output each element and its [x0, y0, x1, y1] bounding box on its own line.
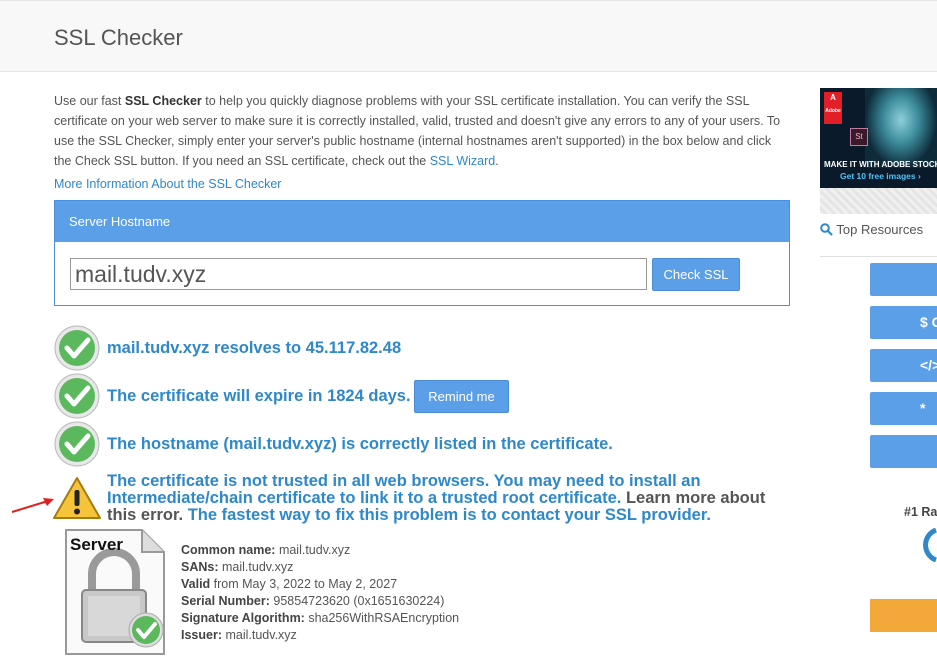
ad-cta: Get 10 free images › [840, 171, 921, 181]
serial-row: Serial Number: 95854723620 (0x1651630224… [181, 593, 459, 610]
intro-part: Use our fast [54, 94, 125, 108]
sidebar-button-2[interactable]: $ C [870, 306, 937, 339]
divider [820, 256, 937, 257]
hostname-panel: Server Hostname Check SSL [54, 200, 790, 306]
certificate-icon: Server [65, 529, 165, 655]
label: Issuer: [181, 628, 222, 642]
checkmark-icon [54, 421, 100, 467]
sigalg-row: Signature Algorithm: sha256WithRSAEncryp… [181, 610, 459, 627]
stock-badge-icon: St [850, 128, 868, 146]
panel-title: Server Hostname [55, 201, 789, 242]
arrow-icon [11, 498, 54, 513]
warning-icon [53, 477, 101, 519]
expire-result: The certificate will expire in 1824 days… [107, 387, 411, 405]
sidebar-button-3[interactable]: </> C [870, 349, 937, 382]
adobe-logo-icon: A Adobe [824, 92, 842, 124]
ssl-wizard-link[interactable]: SSL Wizard [430, 154, 496, 168]
issuer-row: Issuer: mail.tudv.xyz [181, 627, 459, 644]
sans-row: SANs: mail.tudv.xyz [181, 559, 459, 576]
search-icon [820, 223, 833, 236]
rank-badge-icon [923, 528, 937, 562]
ad-brand: Adobe [825, 108, 841, 114]
top-resources-heading: Top Resources [820, 222, 923, 237]
intro-text: Use our fast SSL Checker to help you qui… [54, 91, 789, 171]
more-info-link[interactable]: More Information About the SSL Checker [54, 177, 281, 191]
label: Valid [181, 577, 211, 591]
value: mail.tudv.xyz [225, 628, 297, 642]
header-bar: SSL Checker [0, 0, 937, 72]
ad-footer [820, 188, 937, 214]
resolves-result: mail.tudv.xyz resolves to 45.117.82.48 [107, 339, 402, 357]
hostname-result: The hostname (mail.tudv.xyz) is correctl… [107, 435, 613, 453]
label: Serial Number: [181, 594, 270, 608]
intro-bold: SSL Checker [124, 94, 202, 108]
top-resources-label: Top Resources [836, 222, 924, 237]
ad-headline: MAKE IT WITH ADOBE STOCK [824, 160, 937, 169]
trust-warning: The certificate is not trusted in all we… [107, 473, 787, 524]
value: from May 3, 2022 to May 2, 2027 [213, 577, 398, 591]
warning-text: The certificate is not trusted in all we… [107, 472, 701, 507]
sidebar-button-5[interactable] [870, 435, 937, 468]
label: Signature Algorithm: [181, 611, 305, 625]
warning-text: The fastest way to fix this problem is t… [183, 506, 711, 524]
page-title: SSL Checker [54, 25, 183, 50]
rank-label: #1 Ra [904, 505, 937, 519]
certificate-details: Common name: mail.tudv.xyz SANs: mail.tu… [181, 542, 459, 644]
sidebar-button-1[interactable] [870, 263, 937, 296]
ad-image [865, 88, 937, 168]
checkmark-icon [54, 325, 100, 371]
label: SANs: [181, 560, 219, 574]
intro-part: . [495, 154, 499, 168]
value: mail.tudv.xyz [222, 560, 294, 574]
value: sha256WithRSAEncryption [308, 611, 460, 625]
certificate-icon-label: Server [70, 535, 123, 554]
common-name-row: Common name: mail.tudv.xyz [181, 542, 459, 559]
valid-row: Valid from May 3, 2022 to May 2, 2027 [181, 576, 459, 593]
orange-button[interactable] [870, 599, 937, 632]
check-ssl-button[interactable]: Check SSL [652, 258, 740, 291]
sidebar-button-4[interactable]: * [870, 392, 937, 425]
remind-me-button[interactable]: Remind me [414, 380, 509, 413]
adobe-stock-ad[interactable]: A Adobe St MAKE IT WITH ADOBE STOCK Get 1… [820, 88, 937, 188]
value: mail.tudv.xyz [278, 543, 351, 557]
label: Common name: [181, 543, 276, 557]
checkmark-icon [54, 373, 100, 419]
hostname-input[interactable] [70, 258, 647, 290]
value: 95854723620 (0x1651630224) [273, 594, 445, 608]
